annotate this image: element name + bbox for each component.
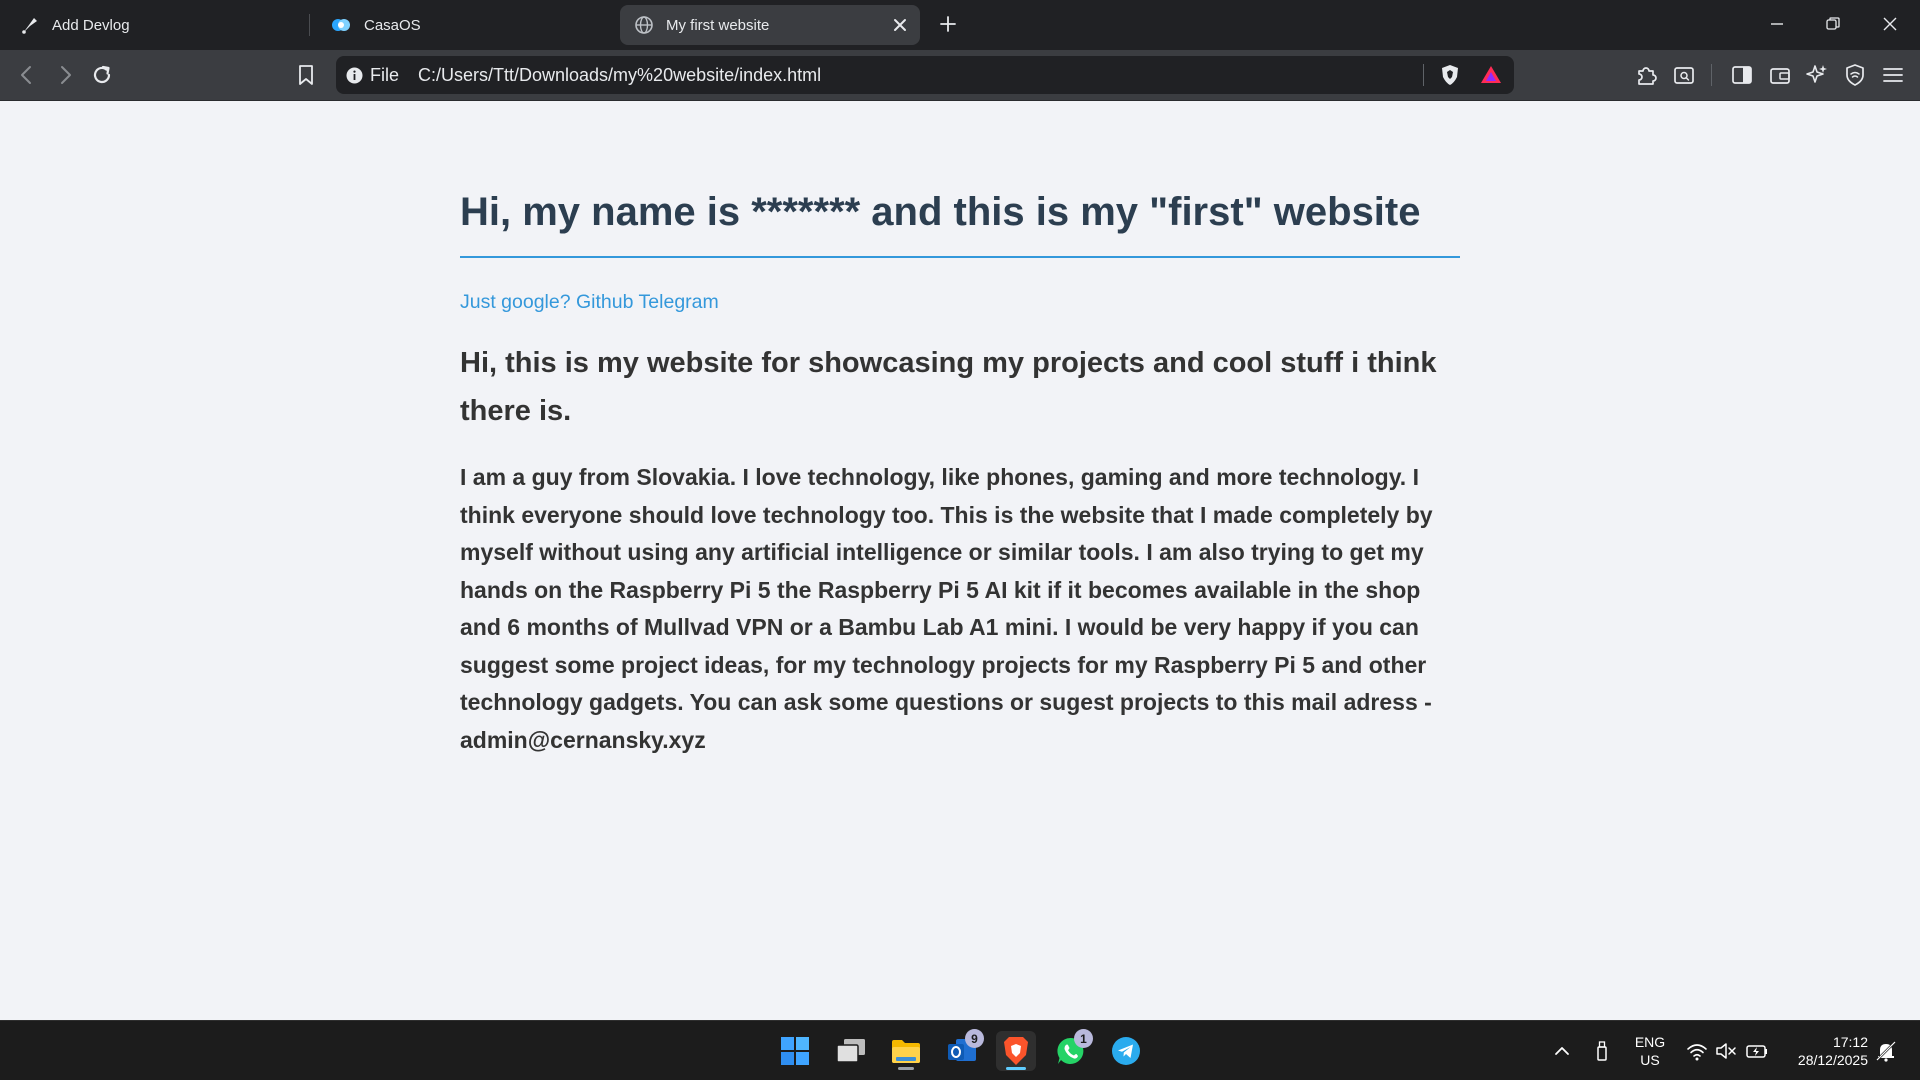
close-window-icon[interactable]	[1878, 12, 1902, 36]
brave-shields-icon[interactable]	[1438, 63, 1462, 87]
clock-time: 17:12	[1832, 1034, 1868, 1050]
telegram-button[interactable]	[1106, 1031, 1146, 1071]
chevron-up-icon[interactable]	[1550, 1039, 1574, 1063]
telegram-link[interactable]: Telegram	[639, 291, 719, 313]
tab-casaos[interactable]: CasaOS	[316, 5, 612, 45]
wallet-icon[interactable]	[1767, 62, 1793, 88]
input-language-indicator[interactable]: ENG US	[1628, 1033, 1672, 1069]
tab-label: CasaOS	[364, 16, 421, 34]
clock-date: 28/12/2025	[1797, 1052, 1868, 1068]
reader-mode-icon[interactable]	[1671, 62, 1697, 88]
brave-lion-icon	[1004, 1037, 1028, 1065]
intro-heading: Hi, this is my website for showcasing my…	[460, 347, 1437, 427]
reload-icon[interactable]	[89, 62, 115, 88]
notification-bell-icon[interactable]	[1874, 1039, 1898, 1063]
brave-browser-button[interactable]	[996, 1031, 1036, 1071]
minimize-window-icon[interactable]	[1765, 12, 1789, 36]
omnibox-divider	[1423, 64, 1424, 86]
windows-logo-icon	[781, 1037, 809, 1065]
about-paragraph: I am a guy from Slovakia. I love technol…	[460, 464, 1433, 753]
sidebar-icon[interactable]	[1729, 62, 1755, 88]
url-text[interactable]: C:/Users/Ttt/Downloads/my%20website/inde…	[418, 65, 821, 86]
web-page-viewport: Hi, my name is ******* and this is my "f…	[0, 101, 1920, 1020]
bookmark-icon[interactable]	[293, 62, 319, 88]
language-code: ENG	[1634, 1034, 1666, 1050]
telegram-icon	[1112, 1037, 1140, 1065]
vpn-shield-icon[interactable]	[1842, 62, 1868, 88]
keyboard-layout: US	[1640, 1052, 1660, 1068]
browser-tab-strip: Add Devlog CasaOS My first website	[0, 0, 1920, 50]
tab-label: Add Devlog	[52, 16, 130, 34]
pen-nib-icon	[22, 18, 37, 34]
notification-badge: 1	[1074, 1029, 1093, 1048]
globe-icon	[635, 16, 653, 34]
address-bar[interactable]: File C:/Users/Ttt/Downloads/my%20website…	[336, 56, 1514, 94]
usb-drive-icon[interactable]	[1590, 1039, 1614, 1063]
link-row: Just google? Github Telegram	[460, 290, 1460, 314]
brave-rewards-icon[interactable]	[1479, 63, 1503, 87]
notification-badge: 9	[965, 1029, 984, 1048]
page-title: Hi, my name is ******* and this is my "f…	[460, 186, 1460, 258]
forward-icon[interactable]	[52, 62, 78, 88]
toolbar-separator	[1711, 64, 1712, 86]
url-scheme-label: File	[370, 65, 400, 85]
back-icon[interactable]	[14, 62, 40, 88]
page-content: Hi, my name is ******* and this is my "f…	[460, 101, 1460, 759]
battery-charging-icon[interactable]	[1745, 1039, 1769, 1063]
github-link[interactable]: Github	[576, 291, 633, 313]
file-explorer-button[interactable]	[886, 1031, 926, 1071]
running-indicator	[898, 1067, 914, 1070]
tab-my-first-website[interactable]: My first website	[620, 5, 920, 45]
windows-taskbar: 9 1 ENG US 17:12 28/12/2025	[0, 1020, 1920, 1080]
extensions-icon[interactable]	[1633, 62, 1659, 88]
leo-ai-icon[interactable]	[1804, 62, 1830, 88]
casaos-icon	[332, 19, 350, 31]
task-view-button[interactable]	[831, 1031, 871, 1071]
tab-separator	[309, 14, 310, 36]
browser-toolbar: File C:/Users/Ttt/Downloads/my%20website…	[0, 50, 1920, 101]
menu-icon[interactable]	[1880, 62, 1906, 88]
active-indicator	[1006, 1067, 1026, 1070]
close-tab-icon[interactable]	[890, 15, 910, 35]
start-button[interactable]	[775, 1031, 815, 1071]
folder-icon	[892, 1040, 920, 1063]
outlook-button[interactable]: 9	[942, 1029, 984, 1071]
just-google-link[interactable]: Just google?	[460, 291, 571, 313]
restore-window-icon[interactable]	[1821, 12, 1845, 36]
tab-label: My first website	[666, 16, 770, 34]
tab-add-devlog[interactable]: Add Devlog	[6, 5, 302, 45]
info-icon[interactable]	[346, 67, 363, 84]
new-tab-icon[interactable]	[936, 12, 960, 36]
whatsapp-button[interactable]: 1	[1051, 1029, 1093, 1071]
volume-muted-icon[interactable]	[1714, 1039, 1738, 1063]
task-view-icon	[836, 1039, 865, 1063]
wifi-icon[interactable]	[1685, 1039, 1709, 1063]
system-clock[interactable]: 17:12 28/12/2025	[1782, 1033, 1868, 1069]
